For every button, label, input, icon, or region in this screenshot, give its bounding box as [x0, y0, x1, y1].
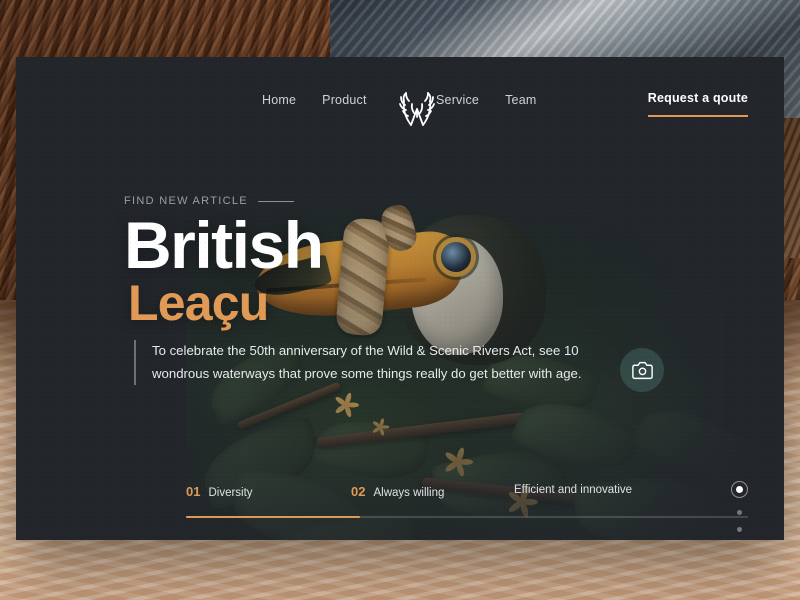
nav-links-left: Home Product	[262, 93, 367, 107]
card-content: Home Product Service Team Request a qout…	[16, 57, 784, 540]
page-subtitle: Leaçu	[128, 275, 269, 331]
request-quote-underline	[647, 115, 748, 117]
request-quote-button[interactable]: Request a qoute	[647, 91, 748, 117]
hero-card: Home Product Service Team Request a qout…	[16, 57, 784, 540]
progress-fill	[186, 515, 361, 518]
nav-link-service[interactable]: Service	[436, 93, 479, 107]
hero-description-accent-bar	[134, 340, 136, 386]
bottom-nav-item-efficient[interactable]: Efficient and innovative	[506, 484, 632, 496]
navbar: Home Product Service Team Request a qout…	[16, 81, 784, 127]
eyebrow: FIND NEW ARTICLE	[124, 195, 294, 207]
bottom-nav: 01 Diversity 02 Always willing Efficient…	[186, 484, 748, 518]
nav-link-product[interactable]: Product	[322, 93, 366, 107]
bottom-nav-items: 01 Diversity 02 Always willing Efficient…	[186, 484, 748, 506]
nav-link-team[interactable]: Team	[505, 93, 536, 107]
request-quote-label: Request a qoute	[647, 91, 748, 105]
nav-link-home[interactable]: Home	[262, 93, 296, 107]
camera-icon	[631, 361, 653, 379]
hero-description-wrap: To celebrate the 50th anniversary of the…	[134, 340, 614, 386]
hero-description: To celebrate the 50th anniversary of the…	[152, 343, 582, 381]
eyebrow-line	[257, 200, 294, 202]
bottom-nav-item-always-willing[interactable]: 02 Always willing	[351, 484, 444, 499]
bottom-nav-label: Always willing	[373, 486, 445, 499]
bottom-nav-item-diversity[interactable]: 01 Diversity	[186, 484, 253, 499]
bottom-nav-label: Diversity	[208, 486, 253, 499]
page-title: British	[124, 208, 324, 282]
bottom-nav-label: Efficient and innovative	[514, 483, 633, 496]
bottom-nav-number: 02	[351, 483, 366, 499]
eyebrow-label: FIND NEW ARTICLE	[124, 195, 248, 207]
progress-track[interactable]	[186, 515, 748, 518]
camera-button[interactable]	[620, 348, 664, 392]
bottom-nav-number: 01	[186, 483, 201, 499]
pagination-dot[interactable]	[737, 527, 742, 532]
nav-links-right: Service Team	[436, 93, 536, 107]
antler-w-logo[interactable]	[393, 83, 441, 131]
